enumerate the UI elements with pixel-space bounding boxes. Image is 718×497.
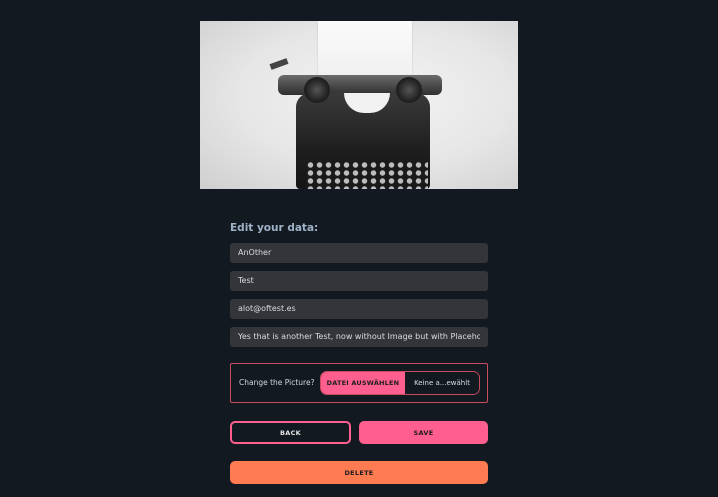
surname-field[interactable]	[230, 271, 488, 291]
name-field[interactable]	[230, 243, 488, 263]
form-title: Edit your data:	[230, 222, 319, 234]
picture-label: Change the Picture?	[239, 378, 315, 387]
description-field[interactable]	[230, 327, 488, 347]
typewriter-keys	[306, 161, 428, 189]
edit-page: Edit your data: Change the Picture? DATE…	[0, 0, 718, 497]
save-button[interactable]: SAVE	[359, 421, 488, 444]
picture-upload-box: Change the Picture? DATEI AUSWÄHLEN Kein…	[230, 363, 488, 403]
delete-button[interactable]: DELETE	[230, 461, 488, 484]
file-status: Keine a...ewählt	[405, 372, 479, 394]
typewriter-lever	[269, 58, 289, 70]
file-input[interactable]: DATEI AUSWÄHLEN Keine a...ewählt	[320, 371, 480, 395]
typewriter-paper	[318, 21, 412, 77]
typewriter-knob-left	[304, 77, 330, 103]
email-field[interactable]	[230, 299, 488, 319]
typewriter-knob-right	[396, 77, 422, 103]
back-button[interactable]: BACK	[230, 421, 351, 444]
typewriter-image	[200, 21, 518, 189]
choose-file-button[interactable]: DATEI AUSWÄHLEN	[321, 372, 405, 394]
